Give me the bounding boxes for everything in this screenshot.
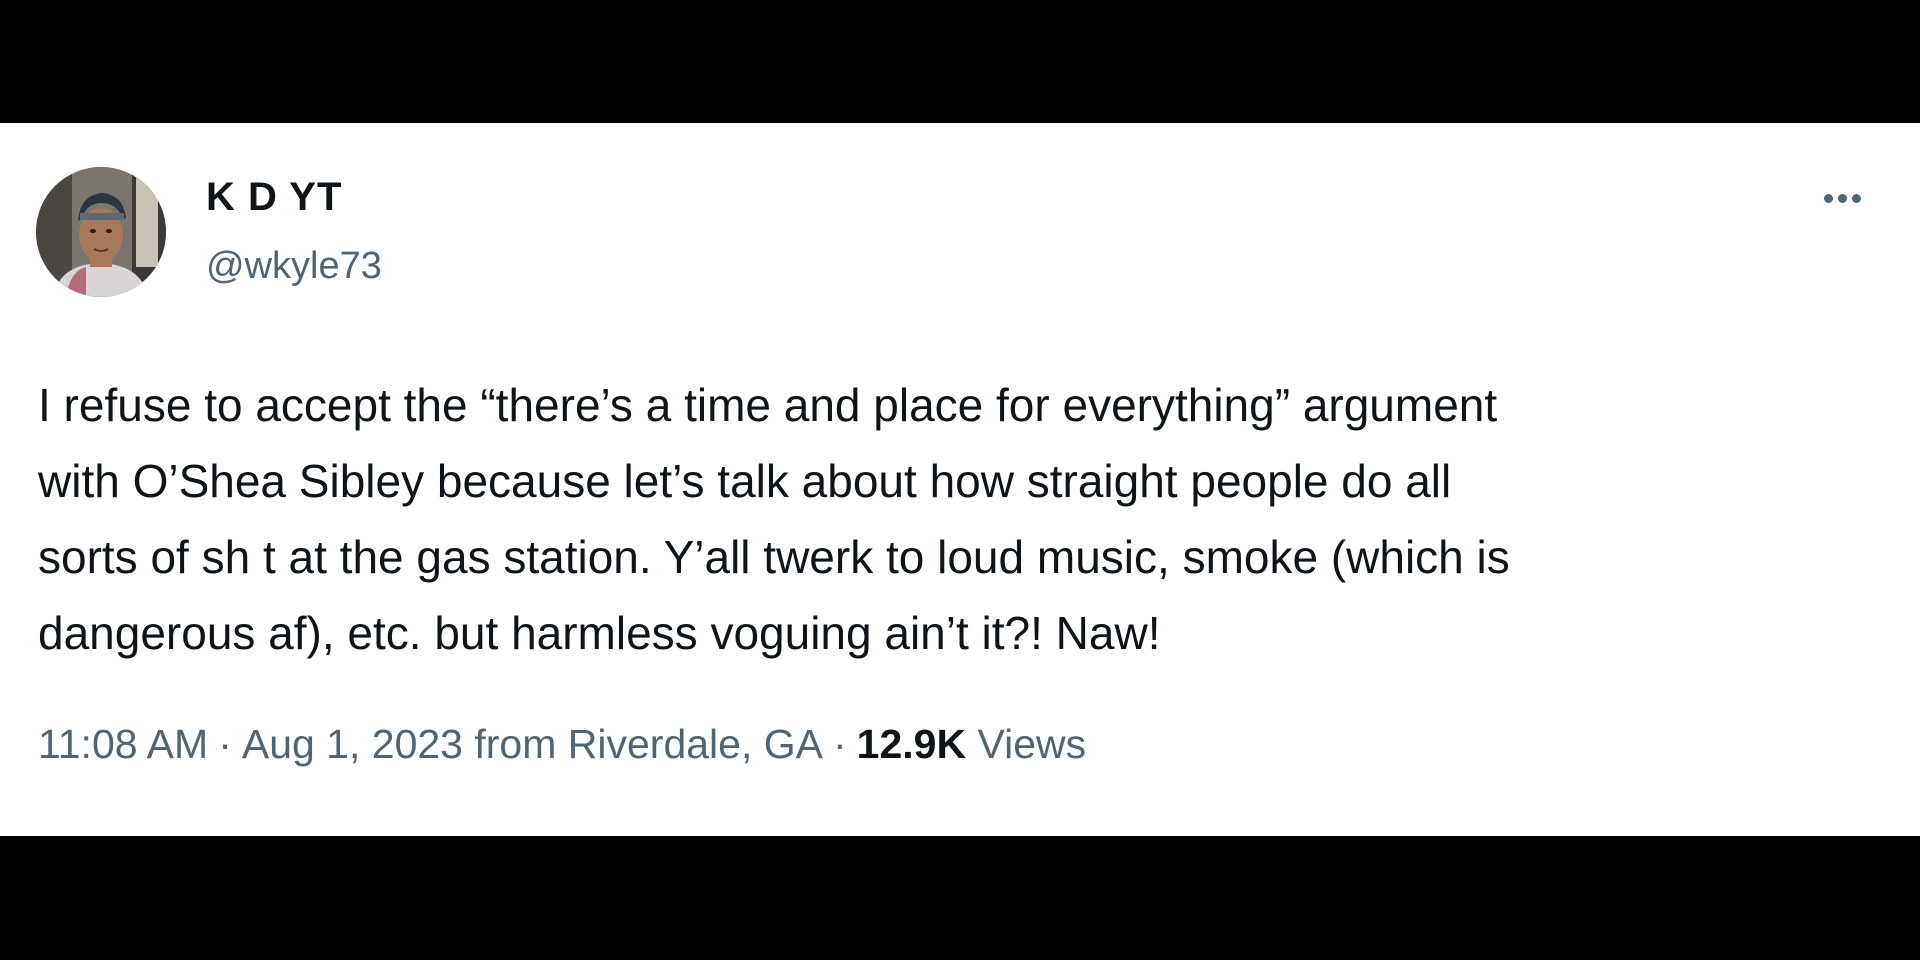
- tweet-text-line: with O’Shea Sibley because let’s talk ab…: [38, 455, 1452, 507]
- tweet-date[interactable]: Aug 1, 2023: [242, 721, 463, 767]
- more-horizontal-icon: [1823, 193, 1833, 203]
- meta-separator: ·: [218, 721, 232, 767]
- tweet-metadata: 11:08 AM · Aug 1, 2023 from Riverdale, GA ·…: [38, 721, 1086, 768]
- meta-separator: ·: [833, 721, 847, 767]
- views-label: Views: [977, 721, 1087, 767]
- tweet-time[interactable]: 11:08 AM: [38, 721, 208, 767]
- more-options-button[interactable]: [1812, 183, 1872, 213]
- views-count[interactable]: 12.9K: [857, 721, 966, 767]
- user-handle[interactable]: @wkyle73: [206, 245, 382, 288]
- tweet-text-line: dangerous af), etc. but harmless voguing…: [38, 607, 1161, 659]
- more-horizontal-icon-dot: [1837, 193, 1847, 203]
- avatar-photo: [36, 167, 166, 297]
- more-horizontal-icon-dot: [1851, 193, 1861, 203]
- tweet-location: from Riverdale, GA: [474, 721, 823, 767]
- tweet-text-line: sorts of sh t at the gas station. Y’all …: [38, 531, 1510, 583]
- screenshot-frame: K D YT @wkyle73 I refuse to accept the “…: [0, 0, 1920, 960]
- tweet-card: K D YT @wkyle73 I refuse to accept the “…: [0, 123, 1920, 836]
- tweet-text: I refuse to accept the “there’s a time a…: [38, 367, 1898, 671]
- tweet-text-line: I refuse to accept the “there’s a time a…: [38, 379, 1498, 431]
- display-name[interactable]: K D YT: [206, 175, 342, 220]
- avatar[interactable]: [36, 167, 166, 297]
